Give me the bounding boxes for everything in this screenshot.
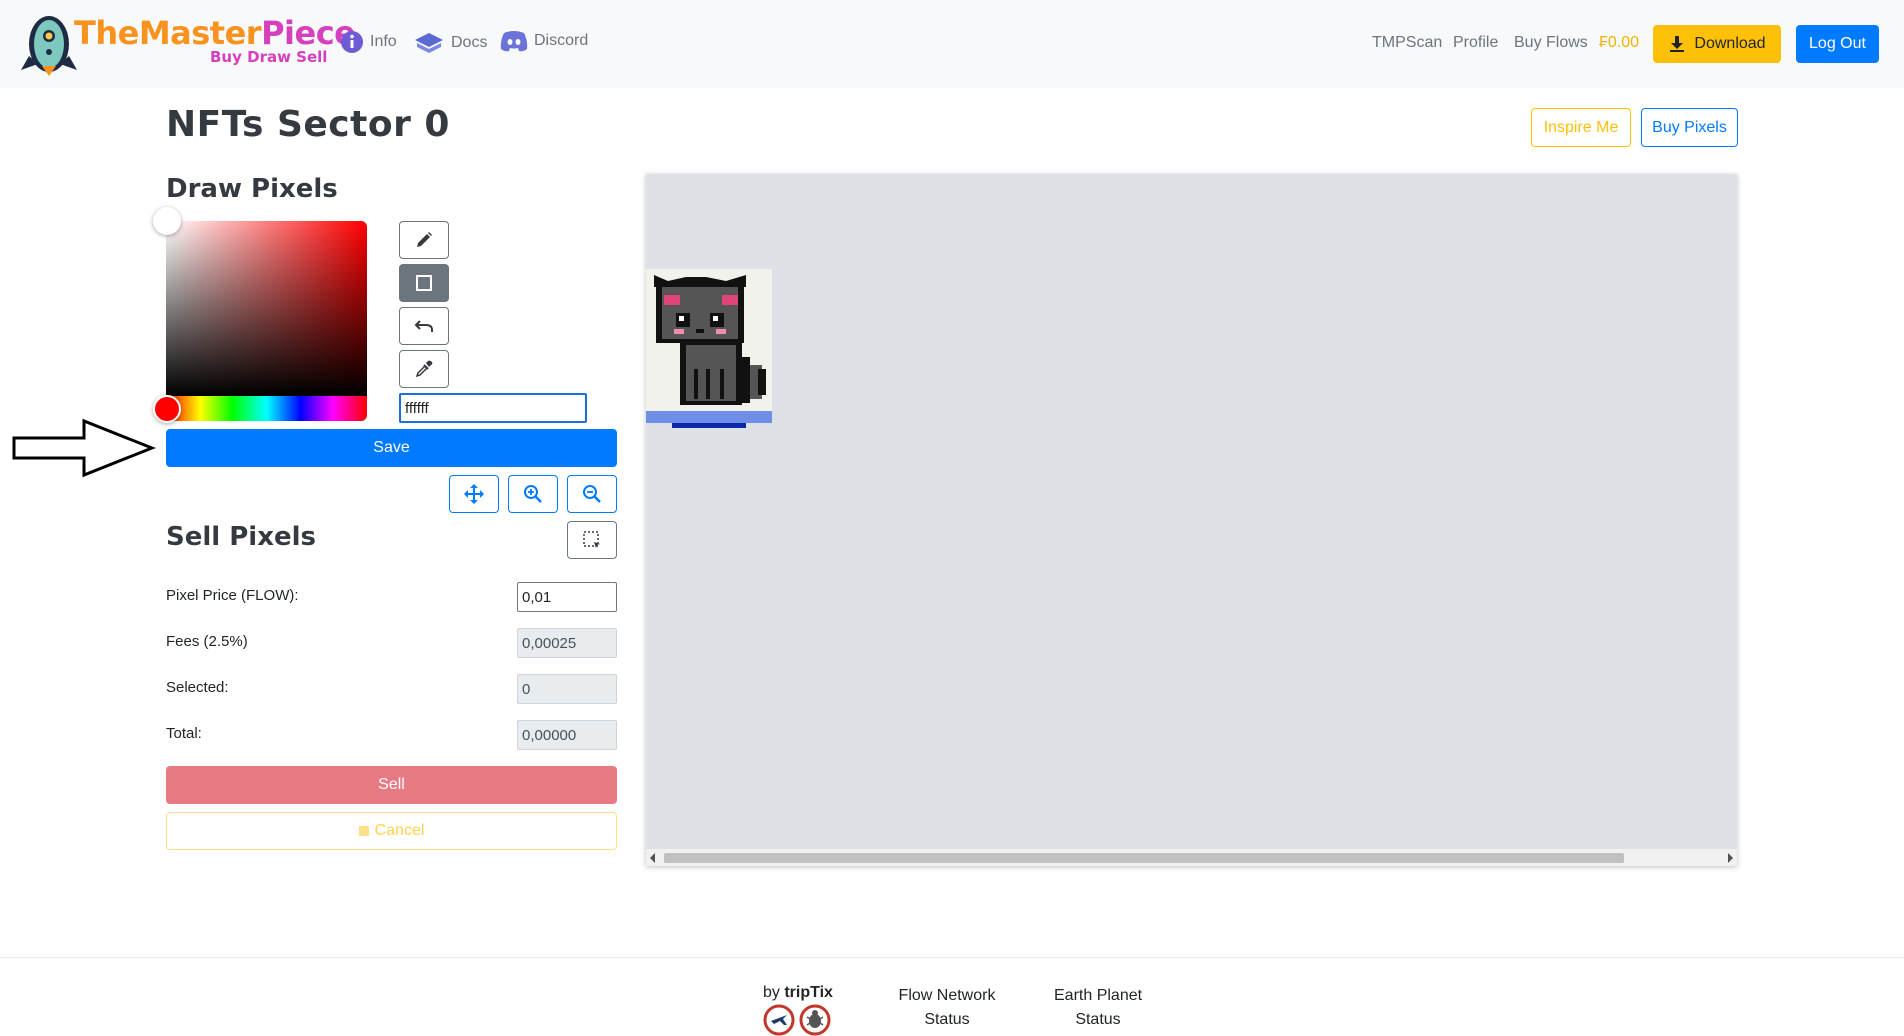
nav-info-link[interactable]: Info: [340, 30, 397, 54]
nav-discord-link[interactable]: Discord: [500, 30, 588, 52]
docs-icon: [415, 33, 443, 53]
zoom-out-button[interactable]: [567, 475, 617, 513]
logout-button[interactable]: Log Out: [1796, 25, 1879, 63]
move-arrows-icon: [464, 484, 484, 504]
color-saturation-picker[interactable]: [166, 221, 367, 396]
flow-network-status-link[interactable]: Flow Network Status: [897, 984, 997, 1032]
rocket-logo-icon[interactable]: [16, 10, 82, 76]
pixel-canvas[interactable]: [646, 174, 1737, 866]
select-area-button[interactable]: [567, 521, 617, 559]
fees-field: [517, 628, 617, 658]
pencil-icon: [417, 232, 432, 247]
selected-field: [517, 674, 617, 704]
hex-color-input[interactable]: [399, 393, 587, 423]
save-button[interactable]: Save: [166, 429, 617, 467]
fees-label: Fees (2.5%): [166, 633, 248, 650]
brand-subtitle: Buy Draw Sell: [210, 48, 328, 66]
plane-badge-icon[interactable]: [763, 1004, 795, 1036]
rectangle-tool-button[interactable]: [399, 264, 449, 302]
pencil-tool-button[interactable]: [399, 221, 449, 259]
inspire-me-button[interactable]: Inspire Me: [1531, 108, 1631, 147]
draw-pixels-heading: Draw Pixels: [166, 174, 338, 204]
bug-badge-icon[interactable]: [799, 1004, 831, 1036]
total-field: [517, 720, 617, 750]
buy-pixels-button[interactable]: Buy Pixels: [1641, 108, 1738, 147]
undo-icon: [414, 320, 433, 332]
nav-profile-link[interactable]: Profile: [1453, 34, 1498, 52]
triptix-link[interactable]: tripTix: [784, 984, 833, 1001]
sell-pixels-heading: Sell Pixels: [166, 522, 316, 552]
scroll-right-arrow-icon[interactable]: [1728, 853, 1733, 863]
nav-docs-link[interactable]: Docs: [413, 30, 487, 56]
pixel-price-input[interactable]: [517, 582, 617, 612]
stop-icon: [358, 826, 369, 836]
select-area-icon: [583, 531, 600, 548]
total-label: Total:: [166, 725, 202, 742]
pan-button[interactable]: [449, 475, 499, 513]
footer-icons: [763, 1004, 831, 1036]
discord-icon: [500, 31, 528, 52]
scrollbar-thumb[interactable]: [664, 853, 1624, 863]
hue-handle[interactable]: [153, 395, 181, 423]
download-button[interactable]: Download: [1653, 25, 1781, 63]
saturation-handle[interactable]: [153, 207, 181, 235]
zoom-out-icon: [583, 485, 601, 503]
download-icon: [1670, 36, 1685, 52]
cancel-button[interactable]: Cancel: [166, 812, 617, 850]
nav-buy-flows-link[interactable]: Buy Flows: [1514, 34, 1588, 52]
navbar: TheMasterPiece Buy Draw Sell Info Docs D…: [0, 0, 1904, 88]
flow-balance: ₣0.00: [1599, 34, 1640, 51]
zoom-in-icon: [524, 485, 542, 503]
page-title: NFTs Sector 0: [166, 104, 450, 145]
undo-button[interactable]: [399, 307, 449, 345]
hue-slider[interactable]: [166, 396, 367, 421]
annotation-arrow-icon: [12, 418, 156, 478]
brand-title[interactable]: TheMasterPiece: [74, 14, 356, 52]
eyedropper-icon: [415, 360, 433, 378]
sell-button[interactable]: Sell: [166, 766, 617, 804]
scroll-left-arrow-icon[interactable]: [650, 853, 655, 863]
earth-planet-status-link[interactable]: Earth Planet Status: [1054, 984, 1142, 1032]
pixel-cat-artwork[interactable]: [646, 269, 772, 429]
canvas-horizontal-scrollbar[interactable]: [646, 849, 1737, 866]
footer-credit: by tripTix: [763, 984, 833, 1001]
square-icon: [416, 275, 432, 291]
zoom-in-button[interactable]: [508, 475, 558, 513]
info-icon: [341, 31, 363, 53]
eyedropper-tool-button[interactable]: [399, 350, 449, 388]
pixel-price-label: Pixel Price (FLOW):: [166, 587, 299, 604]
selected-label: Selected:: [166, 679, 229, 696]
footer-divider: [0, 957, 1904, 958]
nav-tmpscan-link[interactable]: TMPScan: [1372, 34, 1442, 52]
